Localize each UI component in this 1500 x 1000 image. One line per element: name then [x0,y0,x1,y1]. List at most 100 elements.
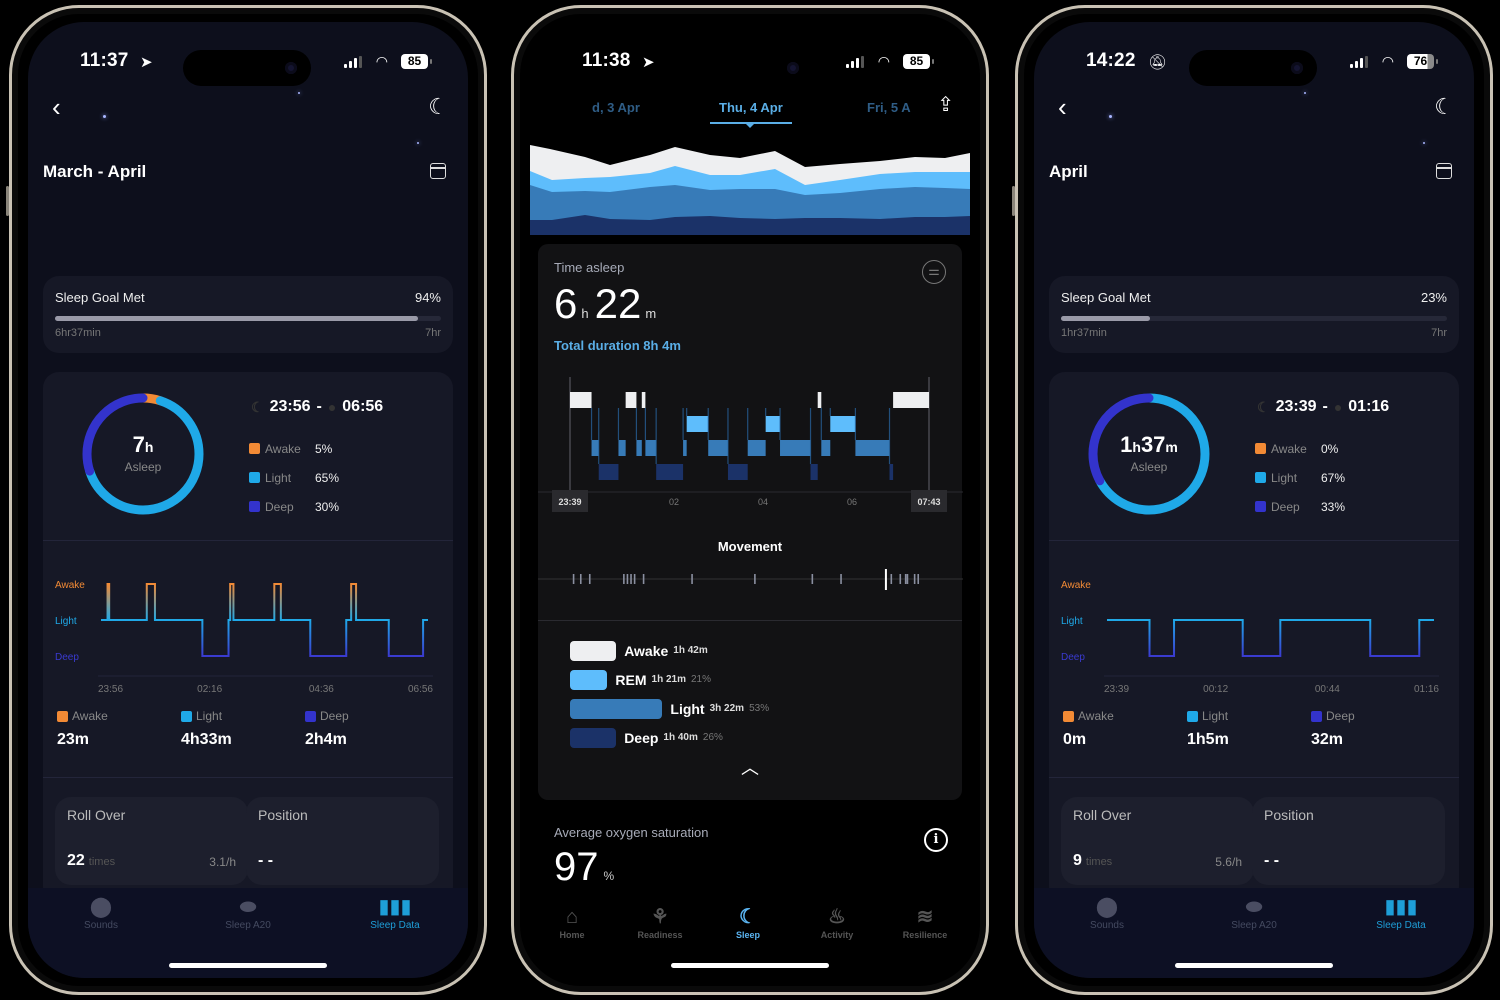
rollover-title: Roll Over [1073,807,1132,823]
tab-resilience[interactable]: ≋ Resilience [885,904,965,940]
x-tick-label: 02 [669,497,679,507]
sleep-window: ☾ 23:39 - ● 01:16 [1257,398,1389,416]
star [1423,142,1425,144]
home-indicator[interactable] [1175,963,1333,968]
info-icon: i [933,832,939,847]
star [1304,92,1306,94]
signal-icon [1350,56,1368,68]
total-awake: Awake 0m [1063,709,1114,748]
status-time: 14:22 [1086,50,1136,71]
waves-icon: ≋ [916,906,934,928]
moon-gear-icon: ☾ [1434,94,1454,119]
position-card[interactable]: Position - - [246,797,439,885]
position-card[interactable]: Position - - [1252,797,1445,885]
stage-awake: Awake 1h 42m [570,636,769,665]
date-indicator [710,122,792,128]
status-bar: 14:22 🔕︎ ◠ 76 [1034,44,1474,86]
location-arrow-icon: ➤ [642,54,655,71]
bar-chart-icon: ▮▮▮ [378,896,412,918]
tab-sleep-data[interactable]: ▮▮▮ Sleep Data [1356,894,1446,931]
x-tick-label: 00:12 [1203,684,1228,695]
y-label: Light [1061,616,1083,627]
date-next[interactable]: Fri, 5 A [867,100,911,115]
divider [538,620,962,621]
stage-segment-awake [625,392,637,408]
sleep-ring: 1h37m Asleep [1087,392,1211,516]
bedtime: 23:56 [269,398,311,415]
stage-segment-deep [656,464,684,480]
calendar-icon[interactable] [1436,163,1452,179]
status-time: 11:38 [582,50,631,71]
share-icon: ⇪ [937,94,954,116]
tab-home[interactable]: ⌂ Home [532,904,612,940]
home-indicator[interactable] [671,963,829,968]
stage-segment-deep [598,464,619,480]
tab-sleep[interactable]: ☾ Sleep [708,904,788,940]
total-duration: Total duration 8h 4m [554,338,681,353]
movement-title: Movement [717,539,783,554]
oxygen-value: 97% [554,845,615,889]
end-time-label: 07:43 [917,497,940,507]
home-icon: ⌂ [565,906,579,928]
date-current[interactable]: Thu, 4 Apr [719,100,783,115]
legend-awake: Awake 0% [1255,434,1345,463]
stage-segment-rem [765,416,781,432]
tab-sounds[interactable]: ⬤ Sounds [1062,894,1152,931]
tab-readiness[interactable]: ⚘ Readiness [620,904,700,940]
signal-icon [344,56,362,68]
divider [43,540,453,541]
tab-sleep-data[interactable]: ▮▮▮ Sleep Data [350,894,440,931]
screen: 14:22 🔕︎ ◠ 76 ‹ ☾ April Sleep Goal Met 2… [1034,22,1474,978]
tab-activity[interactable]: ♨ Activity [797,904,877,940]
filter-button[interactable]: ⚌ [922,260,946,284]
share-button[interactable]: ⇪ [937,92,954,117]
total-light: Light 4h33m [181,709,232,748]
goal-label: Sleep Goal Met [1061,290,1151,305]
moon-icon: ☾ [251,398,264,415]
y-label: Light [55,616,77,627]
stage-legend: Awake 0% Light 67% Deep 33% [1255,434,1345,521]
back-button[interactable]: ‹ [52,92,61,123]
stage-segment-deep [727,464,748,480]
wifi-icon: ◠ [877,53,890,69]
x-tick-label: 01:16 [1414,684,1439,695]
home-indicator[interactable] [169,963,327,968]
hypnogram-line [1107,619,1434,657]
collapse-button[interactable]: ︿ [538,754,962,780]
tab-sounds[interactable]: ⬤ Sounds [56,894,146,931]
side-button [1012,186,1015,216]
sleep-settings-button[interactable]: ☾ [1434,94,1454,120]
sleep-settings-button[interactable]: ☾ [428,94,448,120]
rollover-card[interactable]: Roll Over 22 times 3.1/h [55,797,248,885]
status-bar: 11:37 ➤ ◠ 85 [28,44,468,86]
back-button[interactable]: ‹ [1058,92,1067,123]
stage-deep: Deep 1h 40m 26% [570,723,769,752]
legend-awake: Awake 5% [249,434,339,463]
goal-percent: 23% [1420,290,1447,305]
moon-icon: ☾ [739,906,757,928]
goal-actual: 1hr37min [1061,327,1107,339]
x-tick-label: 23:56 [98,684,123,695]
sleep-device-icon: ⬬ [1245,896,1263,918]
info-button[interactable]: i [924,828,948,852]
y-label: Awake [55,580,85,591]
x-tick-label: 06:56 [408,684,433,695]
sprout-icon: ⚘ [651,906,669,928]
calendar-icon[interactable] [430,163,446,179]
total-deep: Deep 32m [1311,709,1355,748]
rollover-rate: 3.1/h [209,855,236,869]
date-prev[interactable]: d, 3 Apr [592,100,640,115]
bedtime: 23:39 [1275,398,1317,415]
legend-light: Light 65% [249,463,339,492]
stage-segment-deep [889,464,894,480]
stage-segment-light [636,440,642,456]
tab-sleep-a20[interactable]: ⬬ Sleep A20 [1209,894,1299,931]
tab-sleep-a20[interactable]: ⬬ Sleep A20 [203,894,293,931]
sleep-summary-card: 7h Asleep ☾ 23:56 - ● 06:56 Awake 5% Ligh… [43,372,453,902]
x-tick-label: 02:16 [197,684,222,695]
stage-bar-deep [570,727,617,748]
rollover-card[interactable]: Roll Over 9 times 5.6/h [1061,797,1254,885]
page-title: April [1049,162,1088,181]
x-tick-label: 23:39 [1104,684,1129,695]
hypnogram-chart: Awake Light Deep 23:39 00:12 00:44 01:16 [1061,580,1439,695]
